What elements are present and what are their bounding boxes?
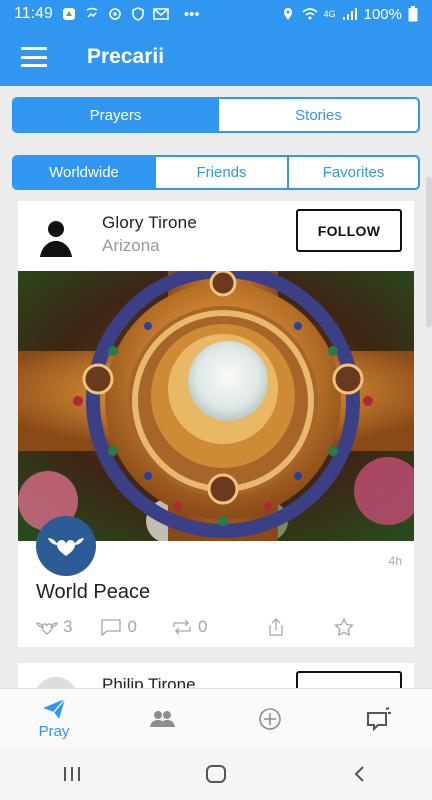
pray-badge[interactable] — [36, 516, 96, 576]
paper-plane-icon — [43, 698, 66, 719]
filter-tabs: Worldwide Friends Favorites — [12, 155, 420, 190]
tab-notifications[interactable] — [324, 689, 432, 748]
recent-apps-icon — [64, 767, 80, 781]
comment-count: 0 — [127, 617, 137, 636]
network-type: 4G — [323, 9, 336, 19]
battery-icon — [408, 6, 418, 22]
tab-stories[interactable]: Stories — [217, 99, 418, 131]
back-icon — [354, 766, 364, 782]
app-notification-icon — [62, 8, 75, 20]
pray-count-button[interactable]: 3 — [36, 617, 72, 637]
home-button[interactable] — [186, 754, 246, 794]
status-bar: 11:49 ••• 4G 100% — [0, 0, 432, 28]
repost-count: 0 — [197, 617, 208, 636]
group-icon — [150, 710, 175, 727]
user-location: Arizona — [102, 236, 160, 255]
winged-heart-outline-icon — [36, 622, 58, 635]
tab-pray[interactable]: Pray — [0, 689, 108, 748]
plus-circle-icon — [259, 707, 281, 730]
app-title: Precarii — [87, 45, 165, 68]
share-button[interactable] — [265, 618, 287, 636]
tab-new-prayer[interactable] — [216, 689, 324, 748]
star-icon — [334, 618, 355, 636]
home-icon — [206, 765, 226, 783]
tab-friends-nav[interactable] — [108, 689, 216, 748]
repost-button[interactable]: 0 — [171, 617, 207, 637]
post-age: 4h — [388, 554, 402, 568]
wifi-call-icon — [86, 7, 98, 18]
sync-icon — [109, 8, 121, 20]
bottom-tab-bar: Pray — [0, 688, 432, 748]
overflow-dots: ••• — [183, 5, 200, 23]
menu-icon[interactable] — [21, 47, 47, 67]
location-icon — [283, 8, 292, 20]
tab-worldwide[interactable]: Worldwide — [14, 157, 154, 188]
post-title[interactable]: World Peace — [36, 581, 150, 604]
notification-icon — [367, 706, 391, 731]
repost-icon — [173, 619, 191, 635]
tab-pray-label: Pray — [38, 723, 70, 740]
comment-icon — [101, 619, 122, 636]
avatar[interactable] — [34, 213, 78, 259]
app-bar: Precarii — [0, 28, 432, 86]
recent-apps-button[interactable] — [42, 754, 102, 794]
follow-button[interactable]: FOLLOW — [296, 209, 402, 252]
mail-icon — [153, 8, 169, 20]
back-button[interactable] — [330, 754, 390, 794]
battery-percent: 100% — [363, 5, 402, 23]
content-type-tabs: Prayers Stories — [12, 97, 420, 133]
tab-prayers[interactable]: Prayers — [14, 99, 217, 131]
signal-icon — [342, 8, 357, 20]
post-actions: 3 0 0 — [36, 615, 398, 639]
comment-button[interactable]: 0 — [100, 617, 137, 637]
share-icon — [269, 618, 284, 636]
scroll-indicator[interactable] — [426, 177, 432, 327]
card-header: Glory Tirone Arizona FOLLOW — [18, 201, 414, 271]
user-name[interactable]: Glory Tirone — [102, 213, 197, 233]
tab-friends[interactable]: Friends — [154, 157, 287, 188]
winged-heart-icon — [48, 538, 84, 556]
status-time: 11:49 — [14, 5, 53, 22]
prayer-card[interactable]: Glory Tirone Arizona FOLLOW 4h World Pea… — [18, 201, 414, 647]
security-icon — [132, 7, 144, 21]
post-image[interactable] — [18, 271, 414, 541]
favorite-button[interactable] — [333, 618, 355, 636]
tab-favorites[interactable]: Favorites — [287, 157, 418, 188]
wifi-icon — [302, 8, 318, 20]
pray-count: 3 — [63, 617, 73, 636]
system-navigation — [0, 748, 432, 800]
